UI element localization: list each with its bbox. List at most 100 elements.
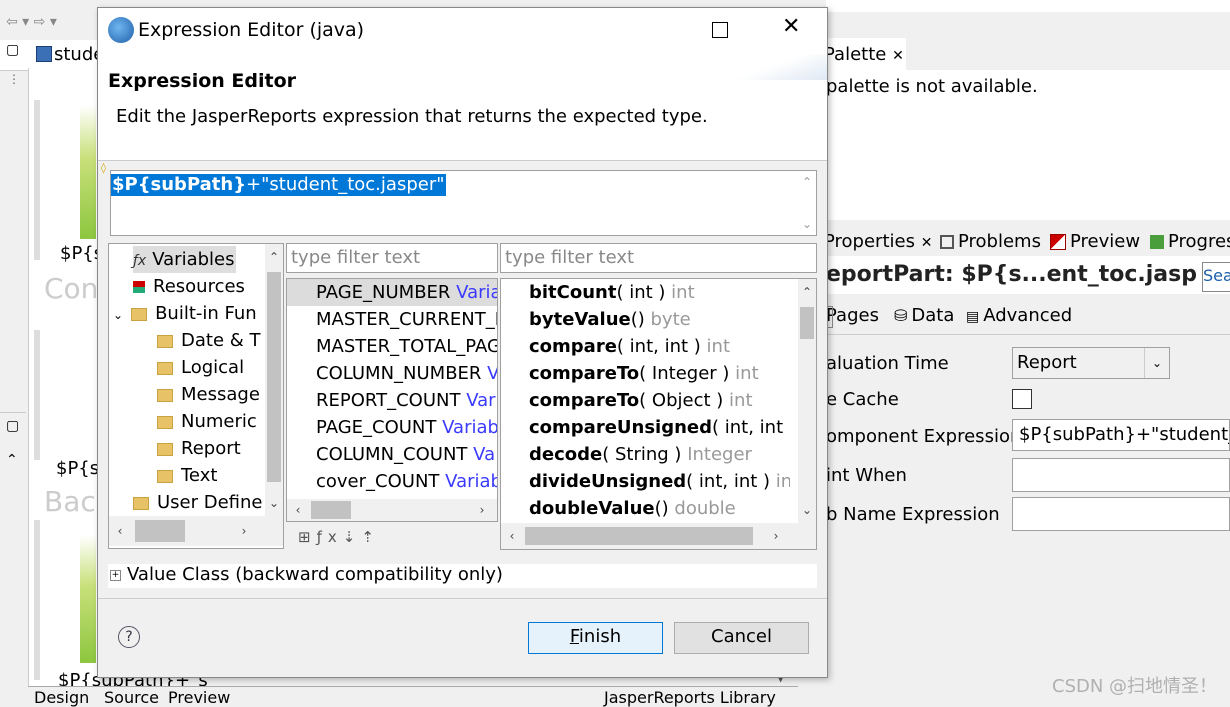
variable-item[interactable]: COLUMN_NUMBER V — [287, 360, 497, 387]
close-icon[interactable]: ✕ — [892, 48, 904, 64]
tree-hscroll[interactable]: ‹ › — [109, 516, 283, 546]
problems-tab[interactable]: Problems — [940, 231, 1041, 252]
chevron-up-icon[interactable]: ⌃ — [6, 452, 18, 468]
variables-hscroll[interactable]: ‹ › — [287, 499, 497, 521]
tree-item[interactable]: Numeric — [157, 408, 257, 435]
preview-view-tab[interactable]: Preview — [1050, 231, 1140, 252]
methods-vscroll[interactable]: ⌃ ⌄ — [798, 279, 816, 523]
maximize-icon[interactable] — [712, 22, 728, 38]
method-item[interactable]: compareTo( Integer ) int — [529, 360, 759, 387]
variables-hscroll-thumb[interactable] — [311, 501, 351, 519]
method-item[interactable]: compareUnsigned( int, int ) ir — [529, 414, 790, 441]
editor-tab-label[interactable]: stude — [54, 44, 98, 65]
cancel-button[interactable]: Cancel — [674, 622, 809, 654]
variable-item[interactable]: REPORT_COUNT Vari — [287, 387, 497, 414]
method-item[interactable]: decode( String ) Integer — [529, 441, 752, 468]
tree-item[interactable]: Text — [157, 462, 217, 489]
finish-button[interactable]: Finish — [528, 622, 663, 654]
tree-item-label: Text — [181, 465, 218, 486]
scroll-left-icon[interactable]: ‹ — [111, 522, 129, 540]
scroll-right-icon[interactable]: › — [473, 501, 491, 519]
tree-item[interactable]: User Define — [133, 489, 263, 514]
method-item[interactable]: compareTo( Object ) int — [529, 387, 753, 414]
methods-list[interactable]: bitCount( int ) int byteValue() byte compa… — [500, 278, 817, 550]
tree-item[interactable]: ƒx Variables — [133, 246, 237, 273]
variables-list[interactable]: PAGE_NUMBER Varia MASTER_CURRENT_F MASTER… — [286, 278, 498, 522]
scroll-right-icon[interactable]: › — [767, 527, 785, 545]
tree-vscroll[interactable]: ⌃ ⌄ — [265, 244, 283, 516]
method-name: doubleValue — [529, 498, 655, 519]
filter-input-1[interactable]: type filter text — [286, 243, 498, 273]
minimize-icon-2[interactable]: ▢ — [6, 418, 19, 434]
tree-item[interactable]: Date & T — [157, 327, 261, 354]
variable-item[interactable]: MASTER_CURRENT_F — [287, 306, 497, 333]
expression-textarea[interactable]: $P{subPath}+"student_toc.jasper" ⌃ ⌄ — [110, 170, 817, 236]
scroll-right-icon[interactable]: › — [235, 522, 253, 540]
drag-handle-icon[interactable]: ⋮ — [8, 72, 20, 86]
export-icon[interactable]: ⊞ — [298, 528, 317, 546]
header-title: Expression Editor — [108, 70, 297, 92]
pages-subtab[interactable]: Pages — [826, 305, 879, 326]
tree-item[interactable]: Message — [157, 381, 260, 408]
progress-tab[interactable]: Progres — [1150, 231, 1230, 252]
method-name: byteValue — [529, 309, 631, 330]
properties-tab[interactable]: Properties ✕ — [824, 231, 932, 252]
tree-item[interactable]: Report — [157, 435, 241, 462]
component-expression-input[interactable]: $P{subPath}+"student_tc — [1012, 419, 1230, 451]
methods-hscroll-thumb[interactable] — [525, 527, 753, 545]
variable-item[interactable]: MASTER_TOTAL_PAG — [287, 333, 497, 360]
scroll-left-icon[interactable]: ‹ — [503, 527, 521, 545]
variable-item[interactable]: cover_COUNT Variab — [287, 468, 497, 495]
tree-item[interactable]: Resources — [133, 273, 245, 300]
fx-filter-icon[interactable]: ƒx — [317, 528, 343, 546]
variable-item[interactable]: PAGE_NUMBER Varia — [287, 279, 497, 306]
design-tab[interactable]: Design — [34, 688, 89, 707]
sort-az-icon[interactable]: ⇣ — [343, 528, 362, 546]
tree-scroll-thumb[interactable] — [267, 272, 281, 482]
data-subtab[interactable]: ⛁ Data — [894, 305, 954, 326]
fx-icon: ƒx — [133, 253, 147, 269]
method-item[interactable]: byteValue() byte — [529, 306, 691, 333]
scroll-up-icon[interactable]: ⌃ — [798, 173, 816, 191]
source-tab[interactable]: Source — [104, 688, 159, 707]
scroll-up-icon[interactable]: ⌃ — [798, 283, 816, 301]
cache-checkbox[interactable] — [1012, 389, 1032, 409]
variable-item[interactable]: COLUMN_COUNT Va — [287, 441, 497, 468]
method-item[interactable]: compare( int, int ) int — [529, 333, 730, 360]
minimize-icon[interactable]: ▢ — [6, 42, 19, 58]
value-class-section[interactable]: + Value Class (backward compatibility onl… — [108, 564, 817, 588]
filter-input-2[interactable]: type filter text — [500, 243, 817, 273]
variable-item[interactable]: PAGE_COUNT Variab — [287, 414, 497, 441]
nav-arrows-icon[interactable]: ⇦ ▾ ⇨ ▾ — [6, 14, 57, 30]
scroll-down-icon[interactable]: ⌄ — [798, 501, 816, 519]
method-item[interactable]: doubleValue() double — [529, 495, 736, 522]
expand-icon[interactable]: + — [110, 569, 121, 581]
method-item[interactable]: divideUnsigned( int, int ) int — [529, 468, 790, 495]
tree-item[interactable]: Logical — [157, 354, 244, 381]
variable-type: V — [487, 363, 497, 384]
evaluation-time-select[interactable]: Report ⌄ — [1012, 347, 1170, 379]
folder-icon — [133, 496, 149, 510]
methods-hscroll[interactable]: ‹ › — [501, 523, 816, 549]
methods-scroll-thumb[interactable] — [800, 307, 814, 339]
scroll-down-icon[interactable]: ⌄ — [265, 494, 283, 512]
tree-item[interactable]: ⌄ Built-in Fun — [113, 300, 257, 327]
print-when-input[interactable] — [1012, 458, 1230, 492]
scroll-down-icon[interactable]: ⌄ — [798, 215, 816, 233]
search-field[interactable]: Sea — [1202, 262, 1230, 292]
scroll-up-icon[interactable]: ⌃ — [265, 248, 283, 266]
sort-za-icon[interactable]: ⇡ — [361, 528, 380, 546]
chevron-down-icon[interactable]: ⌄ — [113, 308, 123, 322]
palette-tab[interactable]: Palette ✕ — [824, 44, 904, 65]
tree-hscroll-thumb[interactable] — [135, 520, 185, 542]
sub-name-expression-input[interactable] — [1012, 497, 1230, 531]
close-dialog-icon[interactable]: ✕ — [782, 14, 800, 39]
scroll-left-icon[interactable]: ‹ — [289, 501, 307, 519]
category-tree[interactable]: ƒx Variables Resources ⌄ Built-in Fun Date & … — [108, 243, 284, 549]
preview-tab[interactable]: Preview — [168, 688, 230, 707]
help-icon[interactable]: ? — [118, 626, 140, 648]
expression-scrollbar[interactable]: ⌃ ⌄ — [798, 171, 816, 235]
close-icon-2[interactable]: ✕ — [921, 235, 933, 251]
method-item[interactable]: bitCount( int ) int — [529, 279, 695, 306]
advanced-subtab[interactable]: ▤ Advanced — [966, 305, 1072, 326]
